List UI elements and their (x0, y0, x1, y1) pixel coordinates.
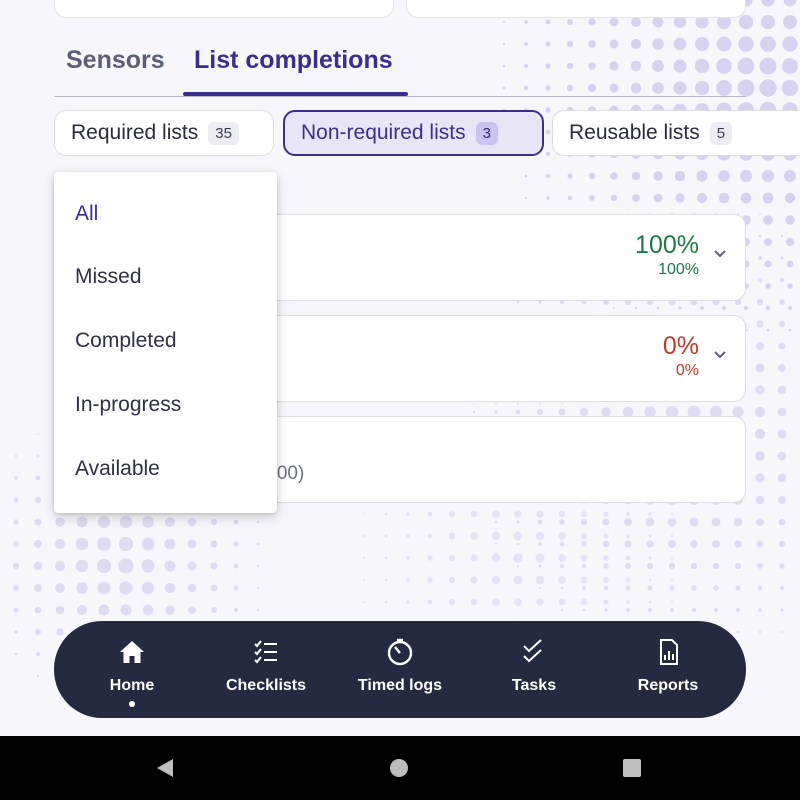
chip-count: 3 (475, 121, 498, 145)
chip-count: 35 (208, 121, 239, 145)
chip-label: Reusable lists (569, 121, 700, 144)
tab-bar: Sensors List completions (54, 40, 746, 97)
nav-tasks[interactable]: Tasks (467, 621, 601, 718)
nav-label: Reports (637, 677, 699, 694)
nav-checklists[interactable]: Checklists (199, 621, 333, 718)
nav-label: Checklists (225, 677, 307, 694)
chip-count: 5 (709, 121, 733, 145)
tab-sensors[interactable]: Sensors (66, 46, 165, 75)
chevron-down-icon[interactable] (713, 243, 727, 264)
tab-list-completions[interactable]: List completions (194, 46, 393, 75)
nav-label: Timed logs (357, 677, 443, 694)
completion-percent: 100% (635, 231, 699, 259)
nav-reports[interactable]: Reports (601, 621, 735, 718)
completion-percent: 0% (662, 332, 699, 360)
chip-label: Non-required lists (301, 121, 466, 144)
nav-label: Tasks (511, 677, 557, 694)
chip-non-required-lists[interactable]: Non-required lists 3 (283, 110, 544, 156)
chip-required-lists[interactable]: Required lists 35 (54, 110, 274, 156)
bottom-navigation: Home Checklists Timed logs Tasks Reports (54, 621, 746, 718)
report-icon (660, 639, 678, 665)
top-card-right (406, 0, 746, 18)
nav-label: Home (109, 677, 155, 694)
home-icon (120, 641, 144, 663)
top-card-left (54, 0, 394, 18)
dropdown-option-in-progress[interactable]: In-progress (75, 393, 181, 417)
completion-percent-secondary: 100% (658, 261, 699, 278)
dropdown-option-available[interactable]: Available (75, 457, 160, 481)
nav-timed-logs[interactable]: Timed logs (333, 621, 467, 718)
home-circle-icon[interactable] (389, 758, 409, 778)
system-navigation-bar (0, 736, 800, 800)
completion-percent-secondary: 0% (675, 362, 699, 379)
timer-icon (387, 638, 413, 666)
filter-dropdown-menu: All Missed Completed In-progress Availab… (54, 172, 277, 513)
chevron-down-icon[interactable] (713, 344, 727, 365)
active-indicator-dot (129, 701, 135, 707)
active-tab-indicator (183, 92, 408, 96)
nav-home[interactable]: Home (65, 621, 199, 718)
dropdown-option-completed[interactable]: Completed (75, 329, 177, 353)
recents-icon[interactable] (622, 758, 642, 778)
dropdown-option-all[interactable]: All (75, 202, 98, 226)
double-check-icon (523, 639, 542, 663)
checklist-icon (254, 640, 277, 664)
dropdown-option-missed[interactable]: Missed (75, 265, 142, 289)
chip-reusable-lists[interactable]: Reusable lists 5 (552, 110, 800, 156)
chip-label: Required lists (71, 121, 199, 144)
back-icon[interactable] (154, 757, 176, 779)
